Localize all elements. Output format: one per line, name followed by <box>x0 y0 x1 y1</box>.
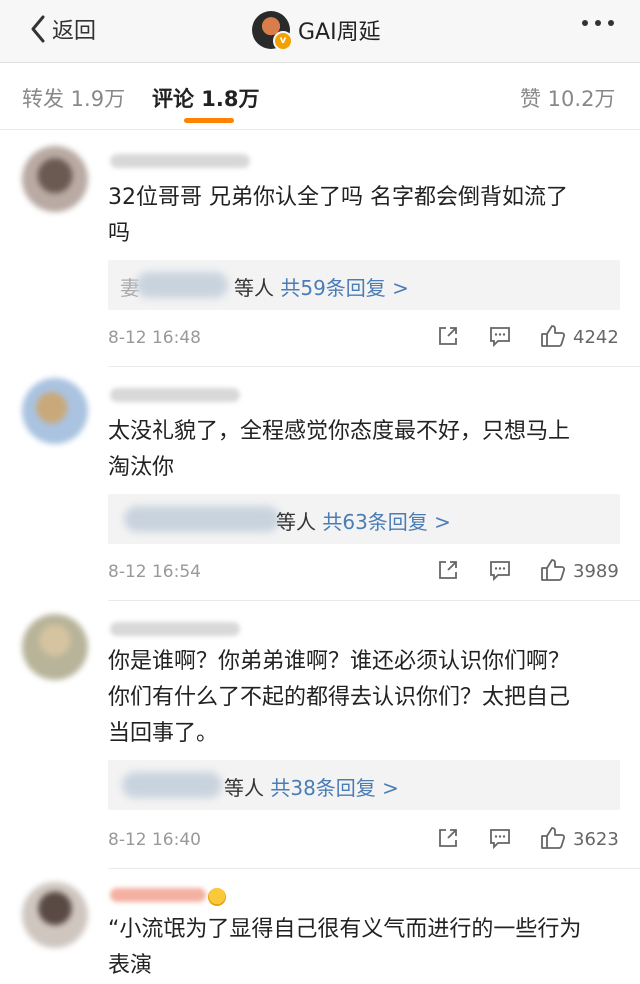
tab-bar: 转发 1.9万 评论 1.8万 赞 10.2万 <box>0 63 640 130</box>
more-options-icon[interactable] <box>582 20 614 26</box>
comment-text: 太没礼貌了，全程感觉你态度最不好，只想马上 淘汰你 <box>108 419 571 480</box>
username-blurred[interactable] <box>110 888 206 902</box>
reply-count-link[interactable]: 共63条回复 > <box>322 510 451 534</box>
page-title: GAI周延 <box>298 20 381 45</box>
comment-text: 你是谁啊？你弟弟谁啊？谁还必须认识你们啊？ 你们有什么了不起的都得去认识你们？太… <box>108 649 571 746</box>
reply-count-link[interactable]: 共59条回复 > <box>280 276 409 300</box>
divider <box>108 366 640 367</box>
timestamp: 8-12 16:48 <box>108 328 201 348</box>
tab-likes[interactable]: 赞 10.2万 <box>520 83 615 113</box>
reply-suffix: 等人 <box>234 276 274 300</box>
timestamp: 8-12 16:54 <box>108 562 201 582</box>
replies-preview[interactable]: 等人 共63条回复 > <box>108 494 620 544</box>
replies-preview[interactable]: 妻 等人 共59条回复 > <box>108 260 620 310</box>
divider <box>108 600 640 601</box>
username-blurred[interactable] <box>110 622 240 636</box>
avatar[interactable] <box>22 378 88 444</box>
reply-suffix: 等人 <box>224 776 264 800</box>
profile-title[interactable]: v GAI周延 <box>252 11 381 51</box>
comment-icon[interactable] <box>488 558 512 586</box>
avatar[interactable] <box>22 146 88 212</box>
username-blurred[interactable] <box>110 388 240 402</box>
emoji-icon <box>208 888 226 906</box>
comment-icon[interactable] <box>488 826 512 854</box>
like-icon[interactable] <box>540 324 566 352</box>
tab-comments[interactable]: 评论 1.8万 <box>152 83 260 113</box>
divider <box>108 868 640 869</box>
timestamp: 8-12 16:40 <box>108 830 201 850</box>
share-icon[interactable] <box>436 324 460 352</box>
like-icon[interactable] <box>540 826 566 854</box>
share-icon[interactable] <box>436 826 460 854</box>
back-button[interactable]: 返回 <box>30 14 96 44</box>
active-tab-indicator <box>184 118 234 123</box>
back-label: 返回 <box>52 19 97 44</box>
share-icon[interactable] <box>436 558 460 586</box>
reply-users-blurred <box>122 772 222 798</box>
chevron-left-icon <box>30 15 46 43</box>
reply-suffix: 等人 <box>276 510 316 534</box>
comment-icon[interactable] <box>488 324 512 352</box>
like-icon[interactable] <box>540 558 566 586</box>
top-nav-bar: 返回 v GAI周延 <box>0 0 640 63</box>
avatar[interactable] <box>22 882 88 948</box>
replies-preview[interactable]: 等人 共38条回复 > <box>108 760 620 810</box>
comment-text: 32位哥哥 兄弟你认全了吗 名字都会倒背如流了 吗 <box>108 185 568 246</box>
verified-badge-icon: v <box>273 31 293 51</box>
reply-users-blurred <box>124 506 280 532</box>
avatar[interactable] <box>22 614 88 680</box>
comment-text: “小流氓为了显得自己很有义气而进行的一些行为 表演 <box>108 917 582 978</box>
like-count: 4242 <box>573 327 619 348</box>
username-blurred[interactable] <box>110 154 250 168</box>
tab-reposts[interactable]: 转发 1.9万 <box>22 83 125 113</box>
avatar[interactable]: v <box>252 11 293 51</box>
like-count: 3989 <box>573 561 619 582</box>
like-count: 3623 <box>573 829 619 850</box>
reply-count-link[interactable]: 共38条回复 > <box>270 776 399 800</box>
reply-users-blurred <box>136 272 228 298</box>
